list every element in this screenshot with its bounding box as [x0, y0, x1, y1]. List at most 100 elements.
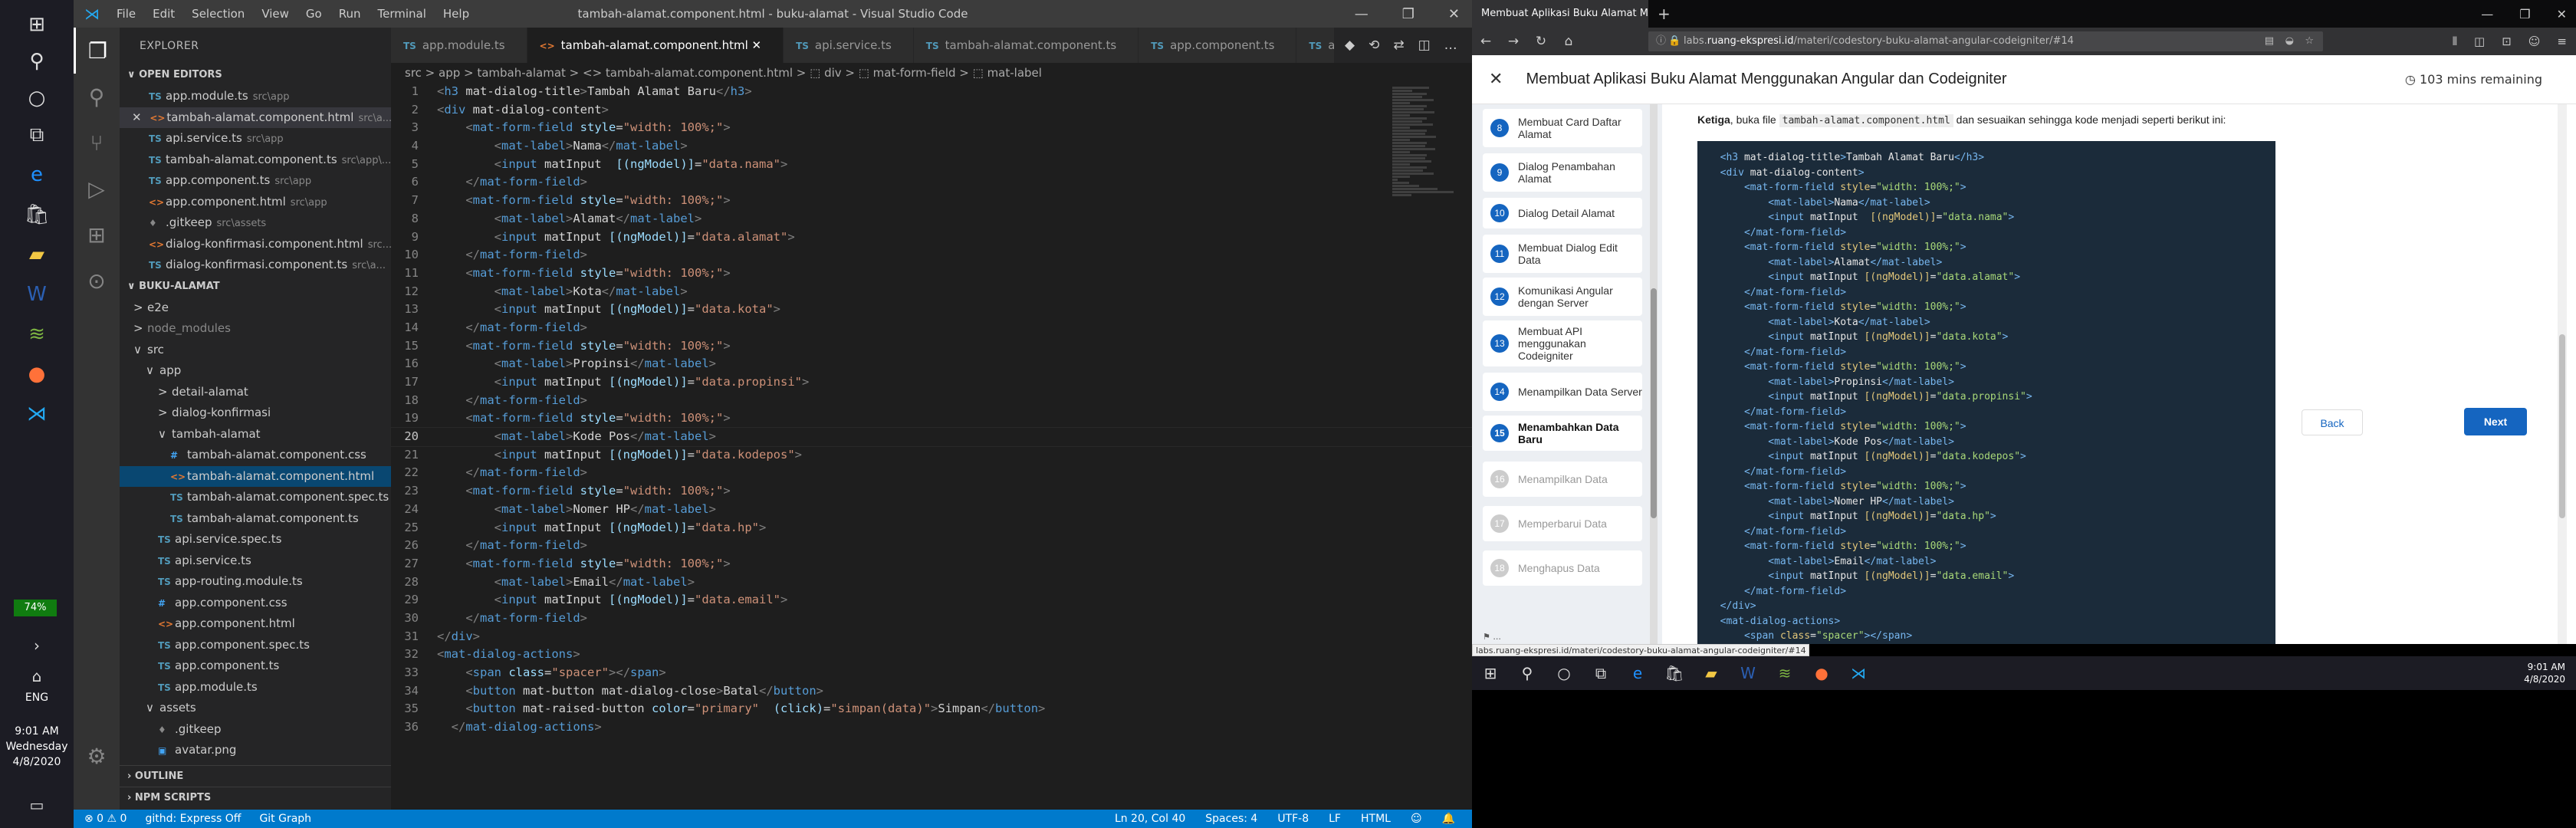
tab-app-component-ts[interactable]: TS app.component.ts [1138, 28, 1297, 63]
screenshot-icon[interactable]: ⊡ [2502, 34, 2512, 48]
word-icon[interactable]: W [1730, 664, 1766, 682]
restore-icon[interactable]: ❐ [1402, 6, 1414, 22]
file-item[interactable]: TS app.component.ts [120, 656, 391, 677]
site-info-icon[interactable]: ⓘ [1656, 31, 1666, 51]
menu-item-file[interactable]: File [117, 7, 136, 21]
code-editor[interactable]: 1 <h3 mat-dialog-title>Tambah Alamat Baru… [390, 83, 1473, 810]
windows-start-icon[interactable]: ⊞ [20, 8, 54, 41]
run-debug-icon[interactable]: ▷ [74, 166, 120, 212]
status-item-right[interactable]: HTML [1361, 810, 1391, 828]
tab-api-service-ts[interactable]: TS api.service.ts [784, 28, 914, 63]
battery-indicator[interactable]: 74% [14, 600, 57, 616]
project-header[interactable]: ∨ BUKU-ALAMAT [120, 276, 391, 297]
search-icon[interactable]: ⚲ [74, 74, 120, 120]
forward-arrow-icon[interactable]: → [1500, 34, 1527, 49]
open-editor-item[interactable]: <> app.component.html src\app [120, 192, 391, 213]
npm-scripts-header[interactable]: › NPM SCRIPTS [120, 787, 391, 808]
edge-icon[interactable]: e [20, 158, 54, 192]
pocket-icon[interactable]: ◒ [2285, 31, 2294, 51]
next-button[interactable]: Next [2464, 408, 2527, 435]
menu-item-edit[interactable]: Edit [153, 7, 175, 21]
report-issue-icon[interactable]: ⚑ ... [1483, 632, 1501, 642]
status-item-right[interactable]: Ln 20, Col 40 [1115, 810, 1185, 828]
toc-scrollbar-thumb[interactable] [1651, 288, 1657, 518]
back-arrow-icon[interactable]: ← [1472, 34, 1500, 49]
new-tab-icon[interactable]: + [1658, 5, 1671, 23]
status-item-left[interactable]: githd: Express Off [145, 810, 241, 828]
close-course-icon[interactable]: ✕ [1489, 70, 1503, 89]
folder-item[interactable]: > dialog-konfirmasi [120, 402, 391, 424]
close-icon[interactable]: ✕ [2557, 7, 2567, 21]
status-item-right[interactable]: LF [1329, 810, 1341, 828]
firefox-icon[interactable]: ● [20, 357, 54, 391]
settings-gear-icon[interactable]: ⚙ [74, 733, 120, 779]
status-item-left[interactable]: Git Graph [259, 810, 311, 828]
vscode-taskbar-icon[interactable]: ⋊ [20, 397, 54, 431]
library-icon[interactable]: ⫴ [2453, 34, 2457, 48]
firefox-icon[interactable]: ● [1803, 664, 1840, 682]
toc-item-16[interactable]: 16 Menampilkan Data [1483, 462, 1642, 497]
menu-item-terminal[interactable]: Terminal [378, 7, 426, 21]
file-item[interactable]: TS app-routing.module.ts [120, 571, 391, 593]
open-editor-item[interactable]: TS tambah-alamat.component.ts src\app\... [120, 150, 391, 171]
account-icon[interactable]: ☺ [2528, 34, 2541, 48]
file-item[interactable]: TS app.component.spec.ts [120, 635, 391, 656]
file-item[interactable]: # tambah-alamat.component.css [120, 445, 391, 466]
folder-item[interactable]: ∨ assets [120, 698, 391, 719]
open-editors-header[interactable]: ∨ OPEN EDITORS [120, 64, 391, 86]
close-editor-icon[interactable]: ✕ [132, 110, 145, 124]
status-item-right[interactable]: ☺ [1411, 810, 1422, 828]
open-editor-item[interactable]: ♦ .gitkeep src\assets [120, 212, 391, 234]
minimize-icon[interactable]: — [1355, 6, 1368, 22]
stack-app-icon[interactable]: ≋ [20, 317, 54, 351]
status-item-right[interactable]: Spaces: 4 [1205, 810, 1257, 828]
open-editor-item[interactable]: ✕ <> tambah-alamat.component.html src\a... [120, 107, 391, 128]
taskbar-clock[interactable]: 9:01 AM Wednesday 4/8/2020 [0, 724, 74, 770]
toc-scrollbar[interactable] [1650, 104, 1658, 644]
status-item-right[interactable]: 🔔 [1442, 810, 1455, 828]
menu-icon[interactable]: ≡ [2557, 34, 2567, 48]
open-editor-item[interactable]: TS app.component.ts src\app [120, 170, 391, 192]
open-editor-item[interactable]: TS app.module.ts src\app [120, 86, 391, 107]
task-view-icon[interactable]: ⧉ [20, 118, 54, 152]
file-item[interactable]: ▣ avatar.png [120, 740, 391, 761]
breadcrumb[interactable]: src > app > tambah-alamat > <> tambah-al… [391, 63, 1472, 83]
file-item[interactable]: # app.component.css [120, 593, 391, 614]
menu-item-go[interactable]: Go [306, 7, 322, 21]
file-explorer-icon[interactable]: ▰ [20, 238, 54, 271]
folder-item[interactable]: > detail-alamat [120, 382, 391, 403]
browser-tab[interactable]: Membuat Aplikasi Buku Alamat M... ✕ [1472, 0, 1648, 28]
open-changes-icon[interactable]: ⇄ [1393, 38, 1404, 53]
source-control-icon[interactable]: ⑂ [74, 120, 120, 166]
tab-app-module-ts[interactable]: TS app.module.ts [391, 28, 527, 63]
toc-item-15[interactable]: 15 Menambahkan Data Baru [1483, 416, 1642, 451]
split-editor-icon[interactable]: ◫ [1418, 38, 1431, 53]
folder-item[interactable]: > node_modules [120, 318, 391, 340]
store-icon[interactable]: 🛍 [1656, 664, 1693, 682]
menu-item-help[interactable]: Help [443, 7, 469, 21]
diff-icon[interactable]: ◆ [1345, 38, 1355, 53]
input-language[interactable]: ENG [0, 692, 74, 704]
toc-item-17[interactable]: 17 Memperbarui Data [1483, 506, 1642, 541]
minimap[interactable] [1392, 86, 1454, 196]
search-icon[interactable]: ⚲ [1509, 664, 1546, 682]
folder-item[interactable]: ∨ app [120, 360, 391, 382]
toc-item-18[interactable]: 18 Menghapus Data [1483, 550, 1642, 586]
content-scrollbar[interactable] [2558, 104, 2567, 644]
reload-icon[interactable]: ↻ [1527, 34, 1555, 49]
toc-item-8[interactable]: 8 Membuat Card Daftar Alamat [1483, 109, 1642, 147]
menu-item-view[interactable]: View [261, 7, 289, 21]
file-item[interactable]: TS app.module.ts [120, 677, 391, 698]
close-tab-icon[interactable]: ✕ [748, 38, 762, 52]
toc-item-10[interactable]: 10 Dialog Detail Alamat [1483, 198, 1642, 228]
stack-app-icon[interactable]: ≋ [1766, 664, 1803, 682]
file-item[interactable]: <> app.component.html [120, 613, 391, 635]
cortana-icon[interactable]: ○ [1546, 664, 1582, 682]
minimize-icon[interactable]: — [2481, 7, 2493, 21]
git-graph-icon[interactable]: ⊙ [74, 258, 120, 304]
extensions-icon[interactable]: ⊞ [74, 212, 120, 258]
tab-tambah-alamat-component-html[interactable]: <> tambah-alamat.component.html ✕ [527, 28, 784, 63]
task-view-icon[interactable]: ⧉ [1582, 664, 1619, 682]
explorer-icon[interactable]: ❐ [74, 28, 120, 74]
store-icon[interactable]: 🛍 [20, 198, 54, 232]
